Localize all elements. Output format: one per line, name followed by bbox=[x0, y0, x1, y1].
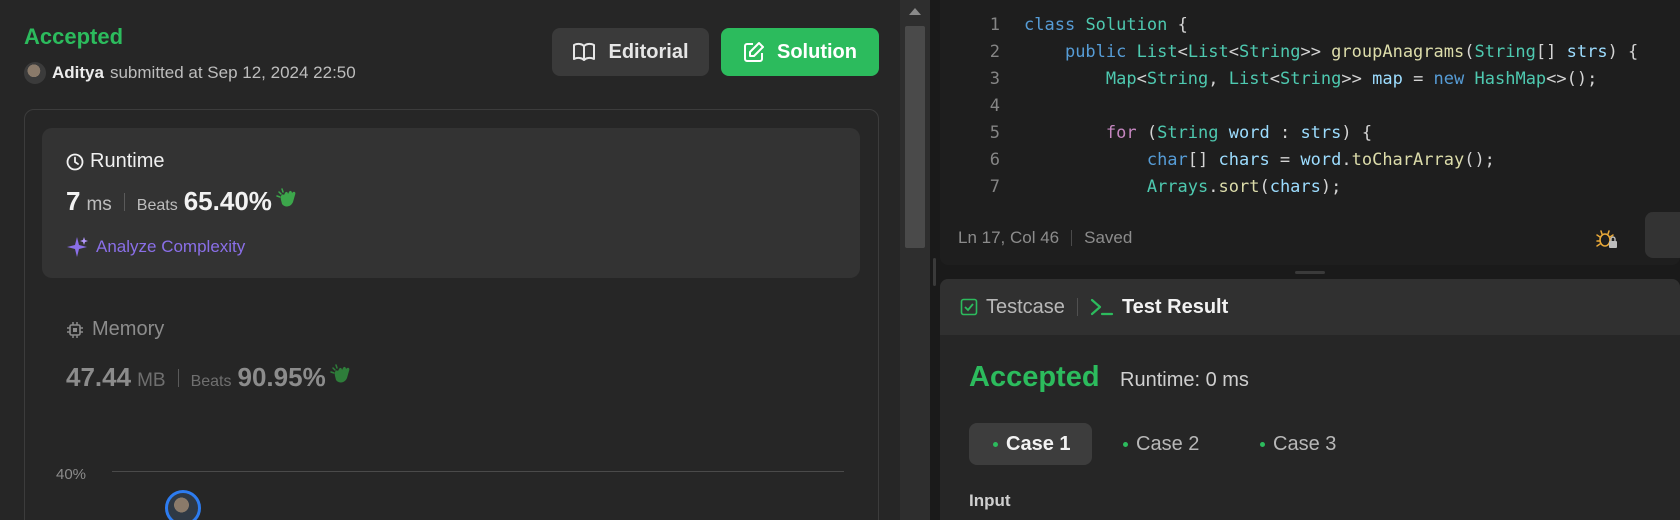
submission-status: Accepted bbox=[24, 24, 124, 49]
case-tab-1[interactable]: Case 1 bbox=[969, 423, 1092, 465]
runtime-card[interactable]: Runtime 7 ms Beats 65.40% Analyze Comple… bbox=[42, 128, 860, 278]
vertical-splitter[interactable] bbox=[930, 0, 940, 520]
editorial-button[interactable]: Editorial bbox=[552, 28, 709, 76]
code-line: 7 Arrays.sort(chars); bbox=[940, 174, 1680, 196]
line-number: 5 bbox=[989, 123, 1000, 143]
chip-icon bbox=[67, 321, 83, 338]
clock-icon bbox=[66, 153, 84, 170]
line-text[interactable]: Map<String, List<String>> map = new Hash… bbox=[1024, 66, 1597, 93]
runtime-title: Runtime bbox=[66, 150, 164, 173]
run-button[interactable] bbox=[1645, 212, 1680, 258]
cursor-position[interactable]: Ln 17, Col 46 bbox=[958, 228, 1059, 248]
clap-icon bbox=[329, 364, 350, 383]
line-number: 6 bbox=[989, 150, 1000, 170]
bug-lock-icon[interactable] bbox=[1596, 228, 1618, 255]
submitter-line: Aditya submitted at Sep 12, 2024 22:50 bbox=[24, 62, 356, 84]
left-scrollbar[interactable] bbox=[900, 0, 930, 520]
line-text[interactable]: for (String word : strs) { bbox=[1024, 120, 1372, 147]
memory-metric: 47.44 MB Beats 90.95% bbox=[66, 362, 354, 393]
code-line: 2 public List<List<String>> groupAnagram… bbox=[940, 39, 1680, 66]
horizontal-splitter[interactable] bbox=[940, 265, 1680, 279]
line-text[interactable]: public List<List<String>> groupAnagrams(… bbox=[1024, 39, 1638, 66]
edit-icon bbox=[744, 42, 764, 62]
case-label: Case 3 bbox=[1273, 432, 1337, 455]
runtime-title-text: Runtime bbox=[90, 150, 165, 172]
tab-testcase[interactable]: Testcase bbox=[960, 296, 1065, 319]
tab-test-result[interactable]: Test Result bbox=[1090, 296, 1228, 319]
user-avatar[interactable] bbox=[24, 62, 46, 84]
chart-gridline bbox=[112, 471, 844, 472]
case-tab-2[interactable]: Case 2 bbox=[1103, 423, 1221, 465]
line-text[interactable]: char[] chars = word.toCharArray(); bbox=[1024, 147, 1495, 174]
pass-dot-icon bbox=[1260, 441, 1265, 447]
divider bbox=[177, 368, 179, 387]
solution-label: Solution bbox=[777, 40, 857, 63]
memory-title-text: Memory bbox=[92, 318, 165, 340]
divider bbox=[1076, 298, 1078, 316]
line-number: 2 bbox=[989, 42, 1000, 62]
pass-dot-icon bbox=[1123, 441, 1128, 447]
result-runtime: Runtime: 0 ms bbox=[1120, 369, 1249, 391]
case-tab-3[interactable]: Case 3 bbox=[1240, 423, 1358, 465]
submitted-timestamp: submitted at Sep 12, 2024 22:50 bbox=[109, 63, 356, 82]
case-label: Case 2 bbox=[1136, 432, 1200, 455]
save-state: Saved bbox=[1084, 227, 1133, 247]
scroll-up-arrow-icon[interactable] bbox=[909, 8, 921, 15]
case-label: Case 1 bbox=[1006, 432, 1071, 455]
memory-title[interactable]: Memory bbox=[66, 318, 164, 341]
line-number: 4 bbox=[989, 96, 1000, 116]
app-root: Accepted Aditya submitted at Sep 12, 202… bbox=[0, 0, 1680, 520]
test-panel: Testcase Test Result Accepted Runtime: 0… bbox=[940, 279, 1680, 520]
memory-value: 47.44 bbox=[66, 362, 132, 392]
line-text[interactable]: Arrays.sort(chars); bbox=[1024, 174, 1342, 196]
line-number: 7 bbox=[989, 177, 1000, 196]
runtime-unit: ms bbox=[86, 194, 112, 215]
code-line: 6 char[] chars = word.toCharArray(); bbox=[940, 147, 1680, 174]
code-editor[interactable]: 1 class Solution { 2 public List<List<Str… bbox=[940, 0, 1680, 265]
submission-panel: Accepted Aditya submitted at Sep 12, 202… bbox=[0, 0, 900, 520]
code-area[interactable]: 1 class Solution { 2 public List<List<Str… bbox=[940, 12, 1680, 196]
result-status: Accepted bbox=[969, 361, 1100, 393]
memory-beats-label: Beats bbox=[190, 373, 232, 390]
solution-button[interactable]: Solution bbox=[721, 28, 879, 76]
editorial-label: Editorial bbox=[608, 40, 689, 63]
chart-y-tick: 40% bbox=[56, 466, 87, 483]
code-line: 3 Map<String, List<String>> map = new Ha… bbox=[940, 66, 1680, 93]
code-line: 5 for (String word : strs) { bbox=[940, 120, 1680, 147]
memory-beats-pct: 90.95% bbox=[237, 362, 326, 392]
runtime-beats-label: Beats bbox=[136, 197, 178, 214]
divider bbox=[1071, 229, 1073, 246]
splitter-handle[interactable] bbox=[1295, 271, 1325, 274]
clap-icon bbox=[276, 188, 296, 207]
input-label: Input bbox=[969, 491, 1011, 510]
sparkle-icon bbox=[67, 237, 88, 257]
memory-unit: MB bbox=[137, 370, 166, 391]
pass-dot-icon bbox=[993, 441, 998, 447]
analyze-complexity-link[interactable]: Analyze Complexity bbox=[66, 236, 245, 258]
runtime-metric: 7 ms Beats 65.40% bbox=[66, 186, 300, 217]
line-number: 1 bbox=[989, 15, 1000, 35]
editor-status-bar: Ln 17, Col 46 Saved bbox=[940, 210, 1680, 265]
terminal-icon bbox=[1090, 298, 1114, 316]
runtime-value: 7 bbox=[66, 186, 81, 216]
checkbox-icon bbox=[960, 298, 978, 316]
chart-user-avatar[interactable] bbox=[165, 490, 201, 520]
author-name[interactable]: Aditya bbox=[52, 63, 104, 83]
test-tabs: Testcase Test Result bbox=[940, 279, 1680, 335]
tab-test-result-label: Test Result bbox=[1121, 295, 1229, 318]
line-text[interactable]: class Solution { bbox=[1024, 12, 1188, 39]
book-icon bbox=[573, 42, 596, 61]
tab-testcase-label: Testcase bbox=[986, 295, 1065, 318]
runtime-beats-pct: 65.40% bbox=[183, 186, 272, 216]
code-line: 4 bbox=[940, 93, 1680, 120]
scroll-thumb[interactable] bbox=[905, 26, 925, 248]
analyze-label: Analyze Complexity bbox=[96, 237, 246, 256]
code-line: 1 class Solution { bbox=[940, 12, 1680, 39]
line-number: 3 bbox=[989, 69, 1000, 89]
divider bbox=[123, 192, 125, 211]
splitter-handle[interactable] bbox=[933, 258, 936, 286]
